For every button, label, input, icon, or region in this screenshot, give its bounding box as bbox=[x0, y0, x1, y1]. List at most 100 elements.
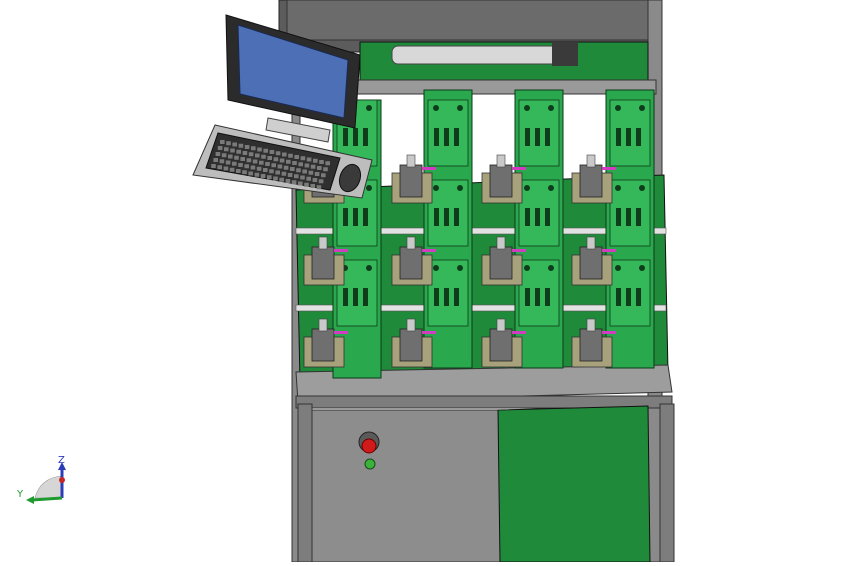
mount-hole bbox=[639, 265, 645, 271]
mount-hole bbox=[639, 105, 645, 111]
keyboard-key bbox=[296, 168, 301, 173]
3d-model-viewport[interactable]: Z Y bbox=[0, 0, 867, 563]
triad-y-arrow bbox=[26, 496, 34, 504]
keyboard-key bbox=[217, 165, 222, 170]
actuator-shaft bbox=[496, 154, 506, 168]
actuator-body bbox=[579, 328, 603, 362]
vent-slot bbox=[363, 288, 368, 306]
keyboard-key bbox=[292, 161, 297, 165]
mount-hole bbox=[366, 105, 372, 111]
actuator-shaft bbox=[496, 318, 506, 332]
keyboard-key bbox=[269, 169, 274, 174]
keyboard-key bbox=[267, 156, 272, 160]
vent-slot bbox=[545, 128, 550, 146]
orientation-triad: Z Y bbox=[16, 455, 66, 504]
mount-hole bbox=[524, 185, 530, 191]
keyboard-key bbox=[255, 153, 260, 158]
keyboard-key bbox=[251, 146, 256, 151]
actuator-body bbox=[399, 246, 423, 280]
indicator-light bbox=[364, 458, 376, 470]
wire-accent bbox=[512, 249, 526, 252]
keyboard-key bbox=[248, 152, 254, 157]
actuator-body bbox=[489, 246, 513, 280]
lower-door bbox=[309, 409, 501, 563]
keyboard-key bbox=[273, 176, 278, 181]
wire-accent bbox=[422, 167, 436, 170]
keyboard-key bbox=[238, 163, 243, 167]
keyboard-key bbox=[304, 182, 309, 187]
mount-hole bbox=[524, 105, 530, 111]
keyboard-key bbox=[234, 155, 239, 160]
roller-end bbox=[552, 42, 578, 66]
lower-green-panel bbox=[497, 405, 651, 563]
actuator-shaft bbox=[318, 236, 328, 250]
mount-hole bbox=[615, 265, 621, 271]
actuator-body bbox=[489, 328, 513, 362]
wire-accent bbox=[512, 167, 526, 170]
triad-xy-plane bbox=[34, 475, 63, 499]
keyboard-key bbox=[321, 173, 326, 178]
top-hood-inner bbox=[286, 0, 654, 41]
keyboard-key bbox=[291, 180, 297, 185]
keyboard-key bbox=[286, 159, 291, 164]
mount-hole bbox=[548, 265, 554, 271]
triad-y-axis bbox=[31, 496, 63, 502]
mount-hole bbox=[366, 185, 372, 191]
actuator-shaft bbox=[406, 236, 416, 250]
vent-slot bbox=[444, 208, 449, 226]
keyboard-key bbox=[282, 152, 287, 157]
vent-slot bbox=[616, 288, 621, 306]
keyboard-key bbox=[219, 159, 225, 164]
cad-scene[interactable]: Z Y bbox=[0, 0, 867, 563]
keyboard-key bbox=[314, 172, 320, 176]
keyboard-key bbox=[250, 165, 256, 170]
vent-slot bbox=[444, 288, 449, 306]
vent-slot bbox=[363, 208, 368, 226]
keyboard-key bbox=[257, 147, 262, 152]
actuator-body bbox=[399, 164, 423, 198]
keyboard-key bbox=[287, 173, 293, 177]
keyboard-key bbox=[283, 165, 289, 170]
keyboard-key bbox=[302, 169, 307, 174]
vent-slot bbox=[343, 288, 348, 306]
vent-slot bbox=[545, 208, 550, 226]
mount-hole bbox=[433, 265, 439, 271]
vent-slot bbox=[444, 128, 449, 146]
actuator-body bbox=[311, 328, 335, 362]
keyboard-key bbox=[273, 157, 279, 162]
vent-slot bbox=[353, 208, 358, 226]
vent-slot bbox=[636, 288, 641, 306]
vent-slot bbox=[525, 128, 530, 146]
keyboard-key bbox=[213, 158, 218, 162]
keyboard-key bbox=[232, 142, 237, 147]
actuator-shaft bbox=[496, 236, 506, 250]
keyboard-key bbox=[269, 150, 275, 154]
vent-slot bbox=[434, 288, 439, 306]
vent-slot bbox=[454, 208, 459, 226]
mount-hole bbox=[524, 265, 530, 271]
keyboard-key bbox=[279, 158, 285, 163]
wire-accent bbox=[602, 331, 616, 334]
keyboard-key bbox=[300, 175, 305, 180]
vent-slot bbox=[636, 208, 641, 226]
roller bbox=[391, 45, 563, 65]
keyboard-key bbox=[288, 153, 293, 158]
keyboard-key bbox=[313, 158, 318, 163]
keyboard-key bbox=[267, 175, 272, 180]
keyboard-key bbox=[275, 151, 281, 156]
keyboard-key bbox=[220, 140, 225, 144]
keyboard-key bbox=[312, 178, 318, 182]
keyboard-key bbox=[304, 163, 310, 168]
keyboard-key bbox=[226, 141, 231, 146]
keyboard-key bbox=[310, 184, 315, 188]
emergency-stop-button[interactable] bbox=[361, 438, 377, 454]
vent-slot bbox=[525, 208, 530, 226]
keyboard-key bbox=[232, 161, 237, 166]
wire-accent bbox=[512, 331, 526, 334]
mount-hole bbox=[457, 105, 463, 111]
keyboard-key bbox=[294, 155, 299, 159]
wire-accent bbox=[602, 167, 616, 170]
actuator-shaft bbox=[586, 318, 596, 332]
vent-slot bbox=[545, 288, 550, 306]
triad-y-label: Y bbox=[16, 489, 24, 500]
